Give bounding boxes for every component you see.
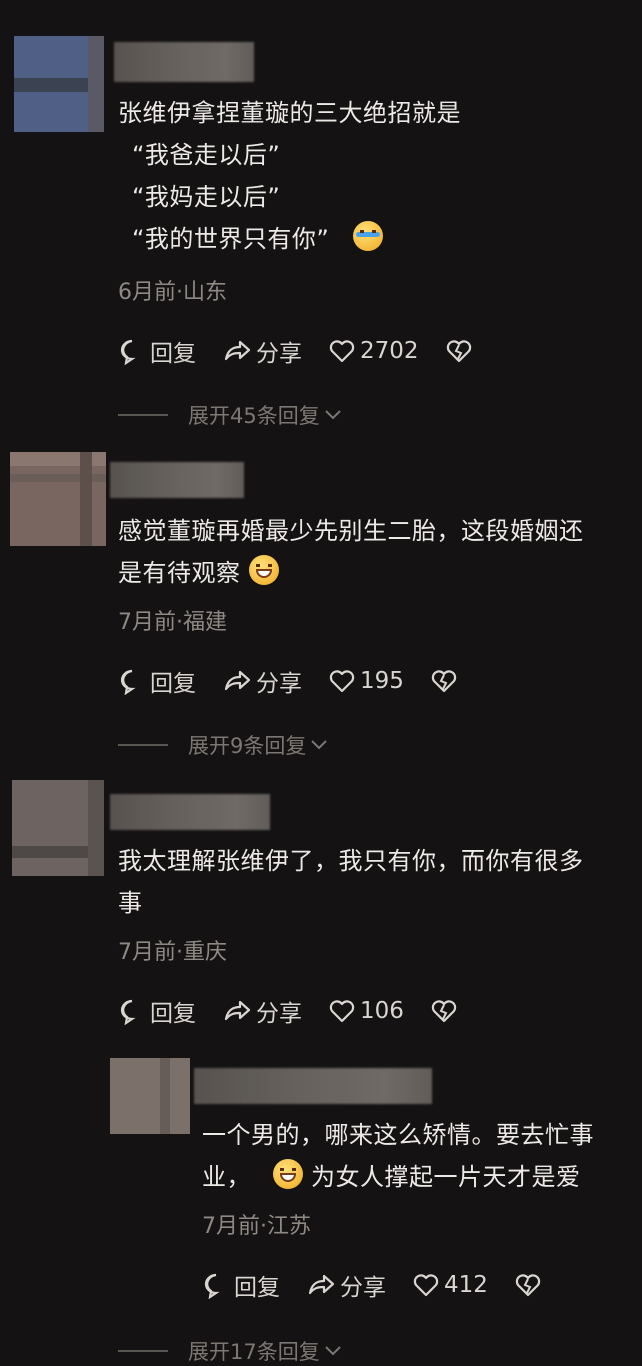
expand-replies[interactable]: 展开9条回复: [118, 730, 328, 760]
action-bar: 回复 分享 195: [118, 664, 488, 698]
heart-icon: [413, 1274, 439, 1297]
grinning-emoji: [273, 1159, 303, 1189]
share-arrow-icon: [224, 340, 251, 361]
comment-bubble-icon: [120, 999, 136, 1025]
action-bar: 回复 分享 106: [118, 994, 488, 1028]
comment-bubble-icon: [120, 669, 136, 695]
like-count: 412: [444, 1272, 488, 1298]
avatar[interactable]: [10, 452, 106, 546]
broken-heart-icon: [515, 1274, 541, 1297]
reply-button[interactable]: 回复: [118, 994, 196, 1028]
comment-item: 我太理解张维伊了，我只有你，而你有很多 事 7月前·重庆 回复 分享 106: [0, 770, 642, 1050]
like-count: 106: [360, 998, 404, 1024]
like-count: 2702: [360, 338, 419, 364]
share-button[interactable]: 分享: [222, 664, 302, 698]
heart-icon: [329, 340, 355, 363]
divider-line: [118, 414, 168, 416]
dislike-button[interactable]: [445, 337, 477, 365]
comment-bubble-icon: [120, 339, 136, 365]
broken-heart-icon: [431, 1000, 457, 1023]
timestamp-location: 7月前·福建: [118, 610, 227, 635]
comment-text: 我太理解张维伊了，我只有你，而你有很多 事: [118, 847, 584, 917]
timestamp-location: 6月前·山东: [118, 280, 227, 305]
username-blurred[interactable]: [114, 42, 254, 82]
like-button[interactable]: 106: [328, 997, 404, 1025]
sweat-grin-emoji: [248, 555, 279, 585]
share-button[interactable]: 分享: [222, 994, 302, 1028]
broken-heart-icon: [446, 340, 471, 363]
divider-line: [118, 1350, 168, 1352]
timestamp-location: 7月前·江苏: [202, 1214, 311, 1239]
dislike-button[interactable]: [430, 997, 462, 1025]
reply-button[interactable]: 回复: [118, 334, 196, 368]
like-button[interactable]: 195: [328, 667, 404, 695]
action-bar: 回复 分享 2702: [118, 334, 503, 368]
share-arrow-icon: [308, 1274, 335, 1295]
reply-button[interactable]: 回复: [202, 1268, 280, 1302]
dislike-button[interactable]: [430, 667, 462, 695]
share-button[interactable]: 分享: [222, 334, 302, 368]
share-arrow-icon: [224, 670, 251, 691]
like-button[interactable]: 412: [412, 1271, 488, 1299]
heart-icon: [329, 670, 355, 693]
comment-item: 张维伊拿捏董璇的三大绝招就是 “我爸走以后” “我妈走以后” “我的世界只有你”…: [0, 0, 642, 440]
share-arrow-icon: [224, 1000, 251, 1021]
comment-text: 张维伊拿捏董璇的三大绝招就是 “我爸走以后” “我妈走以后” “我的世界只有你”: [118, 99, 461, 253]
avatar[interactable]: [14, 36, 104, 132]
crying-laughing-emoji: [353, 221, 384, 251]
timestamp-location: 7月前·重庆: [118, 940, 227, 965]
share-button[interactable]: 分享: [306, 1268, 386, 1302]
comment-item: 感觉董璇再婚最少先别生二胎，这段婚姻还 是有待观察 7月前·福建 回复 分享 1…: [0, 440, 642, 770]
comment-bubble-icon: [204, 1273, 220, 1299]
like-button[interactable]: 2702: [328, 337, 419, 365]
comment-text: 一个男的，哪来这么矫情。要去忙事 业， 为女人撑起一片天才是爱: [202, 1121, 594, 1191]
dislike-button[interactable]: [514, 1271, 546, 1299]
username-blurred[interactable]: [110, 794, 270, 830]
reply-item: 一个男的，哪来这么矫情。要去忙事 业， 为女人撑起一片天才是爱 7月前·江苏 回复…: [0, 1050, 642, 1364]
expand-replies[interactable]: 展开45条回复: [118, 400, 342, 430]
broken-heart-icon: [431, 670, 457, 693]
reply-button[interactable]: 回复: [118, 664, 196, 698]
divider-line: [118, 744, 168, 746]
avatar[interactable]: [12, 780, 104, 876]
comment-text: 感觉董璇再婚最少先别生二胎，这段婚姻还 是有待观察: [118, 517, 584, 587]
like-count: 195: [360, 668, 404, 694]
action-bar: 回复 分享 412: [202, 1268, 572, 1302]
chevron-down-icon: [325, 1346, 341, 1356]
username-blurred[interactable]: [110, 462, 244, 498]
username-blurred[interactable]: [194, 1068, 432, 1104]
avatar[interactable]: [110, 1058, 190, 1134]
chevron-down-icon: [311, 740, 328, 750]
chevron-down-icon: [325, 410, 341, 420]
heart-icon: [329, 1000, 355, 1023]
